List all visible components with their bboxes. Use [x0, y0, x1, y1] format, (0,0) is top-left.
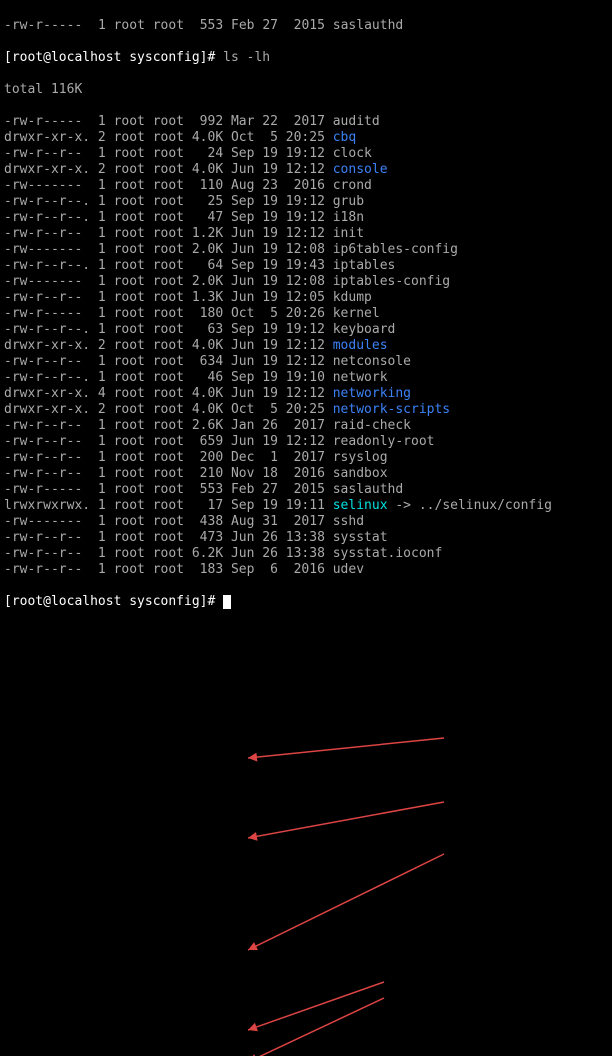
file-name: auditd — [333, 114, 380, 129]
file-row: -rw-r--r-- 1 root root 473 Jun 26 13:38 … — [4, 530, 608, 546]
file-row: lrwxrwxrwx. 1 root root 17 Sep 19 19:11 … — [4, 498, 608, 514]
file-name: grub — [333, 194, 364, 209]
file-row: -rw-r--r-- 1 root root 210 Nov 18 2016 s… — [4, 466, 608, 482]
file-name: netconsole — [333, 354, 411, 369]
file-row: -rw------- 1 root root 110 Aug 23 2016 c… — [4, 178, 608, 194]
file-name: iptables — [333, 258, 396, 273]
cursor-icon — [223, 595, 231, 609]
annotation-overlay — [4, 658, 612, 1056]
file-name: udev — [333, 562, 364, 577]
file-row: -rw-r--r--. 1 root root 46 Sep 19 19:10 … — [4, 370, 608, 386]
file-row: -rw-r--r--. 1 root root 25 Sep 19 19:12 … — [4, 194, 608, 210]
file-row: drwxr-xr-x. 2 root root 4.0K Oct 5 20:25… — [4, 402, 608, 418]
file-row: -rw-r--r--. 1 root root 63 Sep 19 19:12 … — [4, 322, 608, 338]
file-row: drwxr-xr-x. 2 root root 4.0K Oct 5 20:25… — [4, 130, 608, 146]
prompt-text: [root@localhost sysconfig]# — [4, 50, 223, 65]
file-name: console — [333, 162, 388, 177]
file-row: -rw-r--r-- 1 root root 6.2K Jun 26 13:38… — [4, 546, 608, 562]
file-name: kdump — [333, 290, 372, 305]
file-name: kernel — [333, 306, 380, 321]
file-row: -rw-r--r-- 1 root root 24 Sep 19 19:12 c… — [4, 146, 608, 162]
prompt-line-2[interactable]: [root@localhost sysconfig]# — [4, 594, 608, 610]
prev-output-line: -rw-r----- 1 root root 553 Feb 27 2015 s… — [4, 18, 608, 34]
file-name: saslauthd — [333, 482, 403, 497]
file-row: -rw-r----- 1 root root 180 Oct 5 20:26 k… — [4, 306, 608, 322]
file-listing: -rw-r----- 1 root root 992 Mar 22 2017 a… — [4, 114, 608, 578]
file-row: -rw-r--r--. 1 root root 64 Sep 19 19:43 … — [4, 258, 608, 274]
file-name: network — [333, 370, 388, 385]
file-name: modules — [333, 338, 388, 353]
file-row: -rw-r--r-- 1 root root 659 Jun 19 12:12 … — [4, 434, 608, 450]
file-name: sysstat.ioconf — [333, 546, 443, 561]
file-name: cbq — [333, 130, 356, 145]
total-line: total 116K — [4, 82, 608, 98]
file-name: keyboard — [333, 322, 396, 337]
file-name: network-scripts — [333, 402, 450, 417]
file-name: readonly-root — [333, 434, 435, 449]
terminal[interactable]: -rw-r----- 1 root root 553 Feb 27 2015 s… — [0, 0, 612, 528]
file-row: drwxr-xr-x. 2 root root 4.0K Jun 19 12:1… — [4, 162, 608, 178]
file-name: sshd — [333, 514, 364, 529]
command-text: ls -lh — [223, 50, 270, 65]
file-name: i18n — [333, 210, 364, 225]
file-row: drwxr-xr-x. 4 root root 4.0K Jun 19 12:1… — [4, 386, 608, 402]
file-row: -rw-r--r-- 1 root root 1.3K Jun 19 12:05… — [4, 290, 608, 306]
file-row: -rw-r----- 1 root root 992 Mar 22 2017 a… — [4, 114, 608, 130]
file-name: networking — [333, 386, 411, 401]
file-row: -rw-r----- 1 root root 553 Feb 27 2015 s… — [4, 482, 608, 498]
file-row: -rw-r--r--. 1 root root 47 Sep 19 19:12 … — [4, 210, 608, 226]
file-name: iptables-config — [333, 274, 450, 289]
prompt-line-1: [root@localhost sysconfig]# ls -lh — [4, 50, 608, 66]
file-name: sysstat — [333, 530, 388, 545]
file-row: -rw------- 1 root root 2.0K Jun 19 12:08… — [4, 274, 608, 290]
file-name: sandbox — [333, 466, 388, 481]
file-name: selinux — [333, 498, 388, 513]
file-name: clock — [333, 146, 372, 161]
file-row: drwxr-xr-x. 2 root root 4.0K Jun 19 12:1… — [4, 338, 608, 354]
file-row: -rw------- 1 root root 2.0K Jun 19 12:08… — [4, 242, 608, 258]
file-row: -rw-r--r-- 1 root root 634 Jun 19 12:12 … — [4, 354, 608, 370]
file-row: -rw-r--r-- 1 root root 2.6K Jan 26 2017 … — [4, 418, 608, 434]
file-name: crond — [333, 178, 372, 193]
prompt-text: [root@localhost sysconfig]# — [4, 594, 223, 609]
file-row: -rw-r--r-- 1 root root 200 Dec 1 2017 rs… — [4, 450, 608, 466]
file-name: init — [333, 226, 364, 241]
file-row: -rw-r--r-- 1 root root 183 Sep 6 2016 ud… — [4, 562, 608, 578]
file-row: -rw-r--r-- 1 root root 1.2K Jun 19 12:12… — [4, 226, 608, 242]
file-name: rsyslog — [333, 450, 388, 465]
file-name: raid-check — [333, 418, 411, 433]
file-name: ip6tables-config — [333, 242, 458, 257]
